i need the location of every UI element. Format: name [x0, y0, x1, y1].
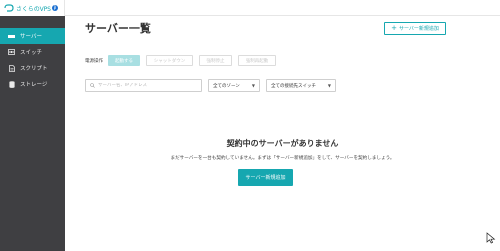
- beta-badge: β: [51, 5, 58, 11]
- page-title: サーバー一覧: [85, 22, 151, 35]
- chevron-down-icon: ▼: [327, 83, 331, 88]
- chevron-down-icon: ▼: [251, 83, 255, 88]
- sidebar-item-label: スイッチ: [20, 50, 43, 56]
- shutdown-button[interactable]: シャットダウン: [146, 55, 193, 66]
- mouse-pointer-icon: [486, 232, 496, 244]
- sidebar-item-script[interactable]: スクリプト: [0, 60, 65, 76]
- sidebar-item-switch[interactable]: スイッチ: [0, 44, 65, 60]
- header-divider: [65, 15, 500, 16]
- app-window: さくらのVPS β サーバー スイッチ スクリプト ストレージ サーバー一覧 +…: [0, 0, 500, 251]
- add-server-button-label: サーバー新規追加: [398, 26, 439, 32]
- sidebar-nav: サーバー スイッチ スクリプト ストレージ: [0, 28, 65, 92]
- switch-select[interactable]: 全ての接続先スイッチ ▼: [266, 79, 336, 92]
- logo[interactable]: さくらのVPS β: [0, 0, 65, 16]
- sidebar-item-label: スクリプト: [20, 66, 48, 72]
- empty-state-description: まだサーバーを一台も契約していません。まずは「サーバー新規追加」をして、サーバー…: [170, 156, 395, 161]
- switch-select-value: 全ての接続先スイッチ: [271, 83, 316, 89]
- empty-state-title: 契約中のサーバーがありません: [226, 139, 339, 148]
- plus-icon: +: [391, 24, 397, 32]
- sidebar-item-label: サーバー: [20, 34, 42, 40]
- zone-select[interactable]: 全てのゾーン ▼: [208, 79, 260, 92]
- switch-icon: [8, 49, 15, 56]
- add-server-cta-button[interactable]: サーバー新規追加: [238, 169, 293, 186]
- sakura-logo-icon: [4, 4, 14, 12]
- search-input[interactable]: [98, 83, 198, 88]
- sidebar-item-storage[interactable]: ストレージ: [0, 76, 65, 92]
- force-reboot-button[interactable]: 強制再起動: [238, 55, 276, 66]
- sidebar-item-label: ストレージ: [20, 82, 48, 88]
- logo-text: さくらのVPS: [16, 5, 51, 13]
- power-operations-label: 電源操作: [85, 59, 103, 64]
- sidebar-item-server[interactable]: サーバー: [0, 28, 65, 44]
- start-button[interactable]: 起動する: [108, 55, 140, 66]
- force-stop-button[interactable]: 強制停止: [199, 55, 232, 66]
- zone-select-value: 全てのゾーン: [213, 83, 240, 89]
- server-rack-icon: [8, 33, 15, 40]
- script-document-icon: [8, 64, 15, 72]
- search-box: [85, 79, 202, 92]
- add-server-button[interactable]: + サーバー新規追加: [384, 22, 446, 35]
- storage-database-icon: [8, 80, 15, 88]
- sidebar: さくらのVPS β サーバー スイッチ スクリプト ストレージ: [0, 0, 65, 251]
- search-icon: [90, 83, 95, 88]
